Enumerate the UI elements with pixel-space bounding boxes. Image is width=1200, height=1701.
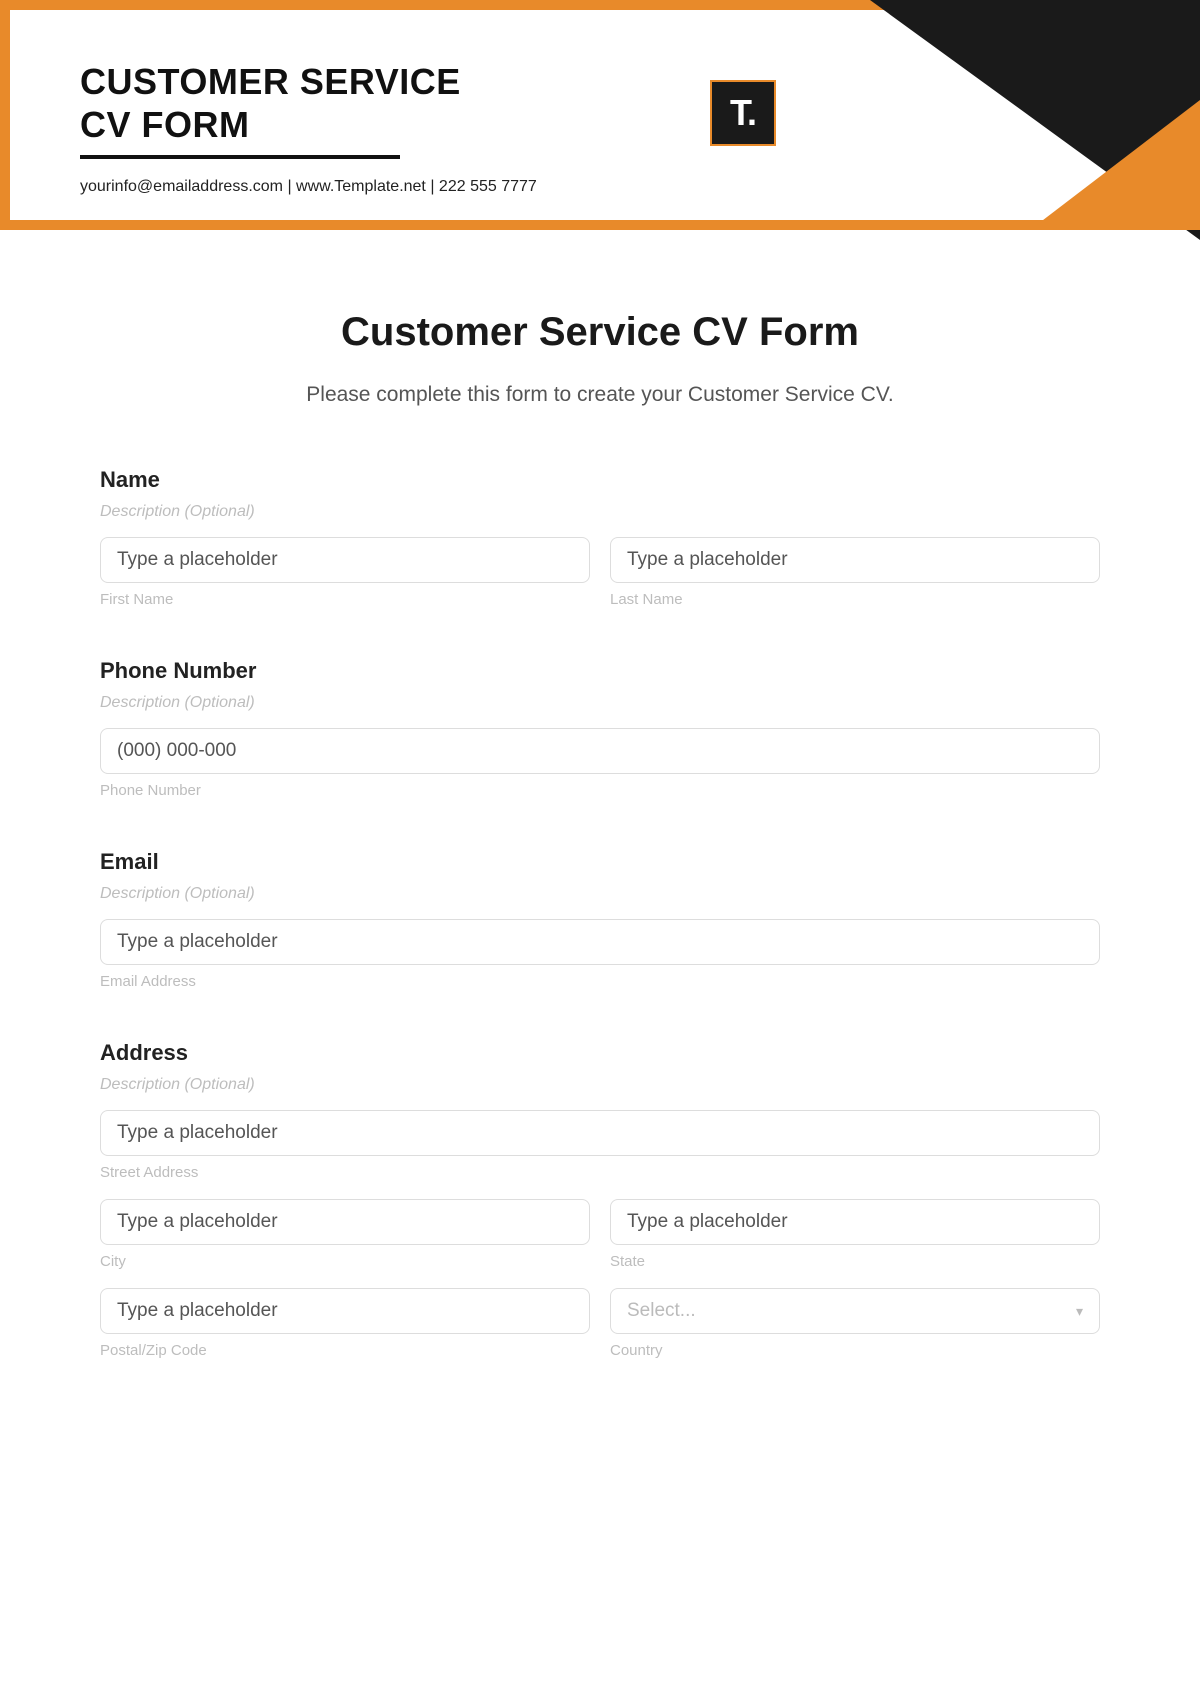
logo-badge: T. [710, 80, 776, 146]
country-sublabel: Country [610, 1342, 1100, 1359]
header-contact-line: yourinfo@emailaddress.com | www.Template… [80, 178, 537, 196]
name-description: Description (Optional) [100, 503, 1100, 521]
header-banner: CUSTOMER SERVICE CV FORM yourinfo@emaila… [0, 0, 1200, 230]
first-name-input[interactable] [100, 537, 590, 583]
last-name-sublabel: Last Name [610, 591, 1100, 608]
decor-triangle-orange [1030, 100, 1200, 230]
postal-code-input[interactable] [100, 1288, 590, 1334]
city-input[interactable] [100, 1199, 590, 1245]
address-description: Description (Optional) [100, 1076, 1100, 1094]
header-title-line2: CV FORM [80, 104, 250, 145]
postal-sublabel: Postal/Zip Code [100, 1342, 590, 1359]
email-input[interactable] [100, 919, 1100, 965]
first-name-sublabel: First Name [100, 591, 590, 608]
form-title: Customer Service CV Form [100, 310, 1100, 355]
chevron-down-icon: ▾ [1076, 1303, 1083, 1320]
state-sublabel: State [610, 1253, 1100, 1270]
phone-sublabel: Phone Number [100, 782, 1100, 799]
field-group-email: Email Description (Optional) Email Addre… [100, 849, 1100, 990]
street-address-sublabel: Street Address [100, 1164, 1100, 1181]
form-subtitle: Please complete this form to create your… [100, 383, 1100, 407]
phone-label: Phone Number [100, 658, 1100, 684]
header-title: CUSTOMER SERVICE CV FORM [80, 60, 461, 146]
field-group-address: Address Description (Optional) Street Ad… [100, 1040, 1100, 1359]
header-title-line1: CUSTOMER SERVICE [80, 61, 461, 102]
country-select[interactable]: Select... ▾ [610, 1288, 1100, 1334]
street-address-input[interactable] [100, 1110, 1100, 1156]
last-name-input[interactable] [610, 537, 1100, 583]
phone-input[interactable] [100, 728, 1100, 774]
phone-description: Description (Optional) [100, 694, 1100, 712]
country-select-placeholder: Select... [627, 1300, 696, 1322]
name-label: Name [100, 467, 1100, 493]
state-input[interactable] [610, 1199, 1100, 1245]
form-container: Customer Service CV Form Please complete… [0, 230, 1200, 1359]
field-group-name: Name Description (Optional) First Name L… [100, 467, 1100, 608]
logo-text: T. [730, 92, 756, 134]
city-sublabel: City [100, 1253, 590, 1270]
email-description: Description (Optional) [100, 885, 1100, 903]
header-underline [80, 155, 400, 159]
email-label: Email [100, 849, 1100, 875]
address-label: Address [100, 1040, 1100, 1066]
field-group-phone: Phone Number Description (Optional) Phon… [100, 658, 1100, 799]
email-sublabel: Email Address [100, 973, 1100, 990]
